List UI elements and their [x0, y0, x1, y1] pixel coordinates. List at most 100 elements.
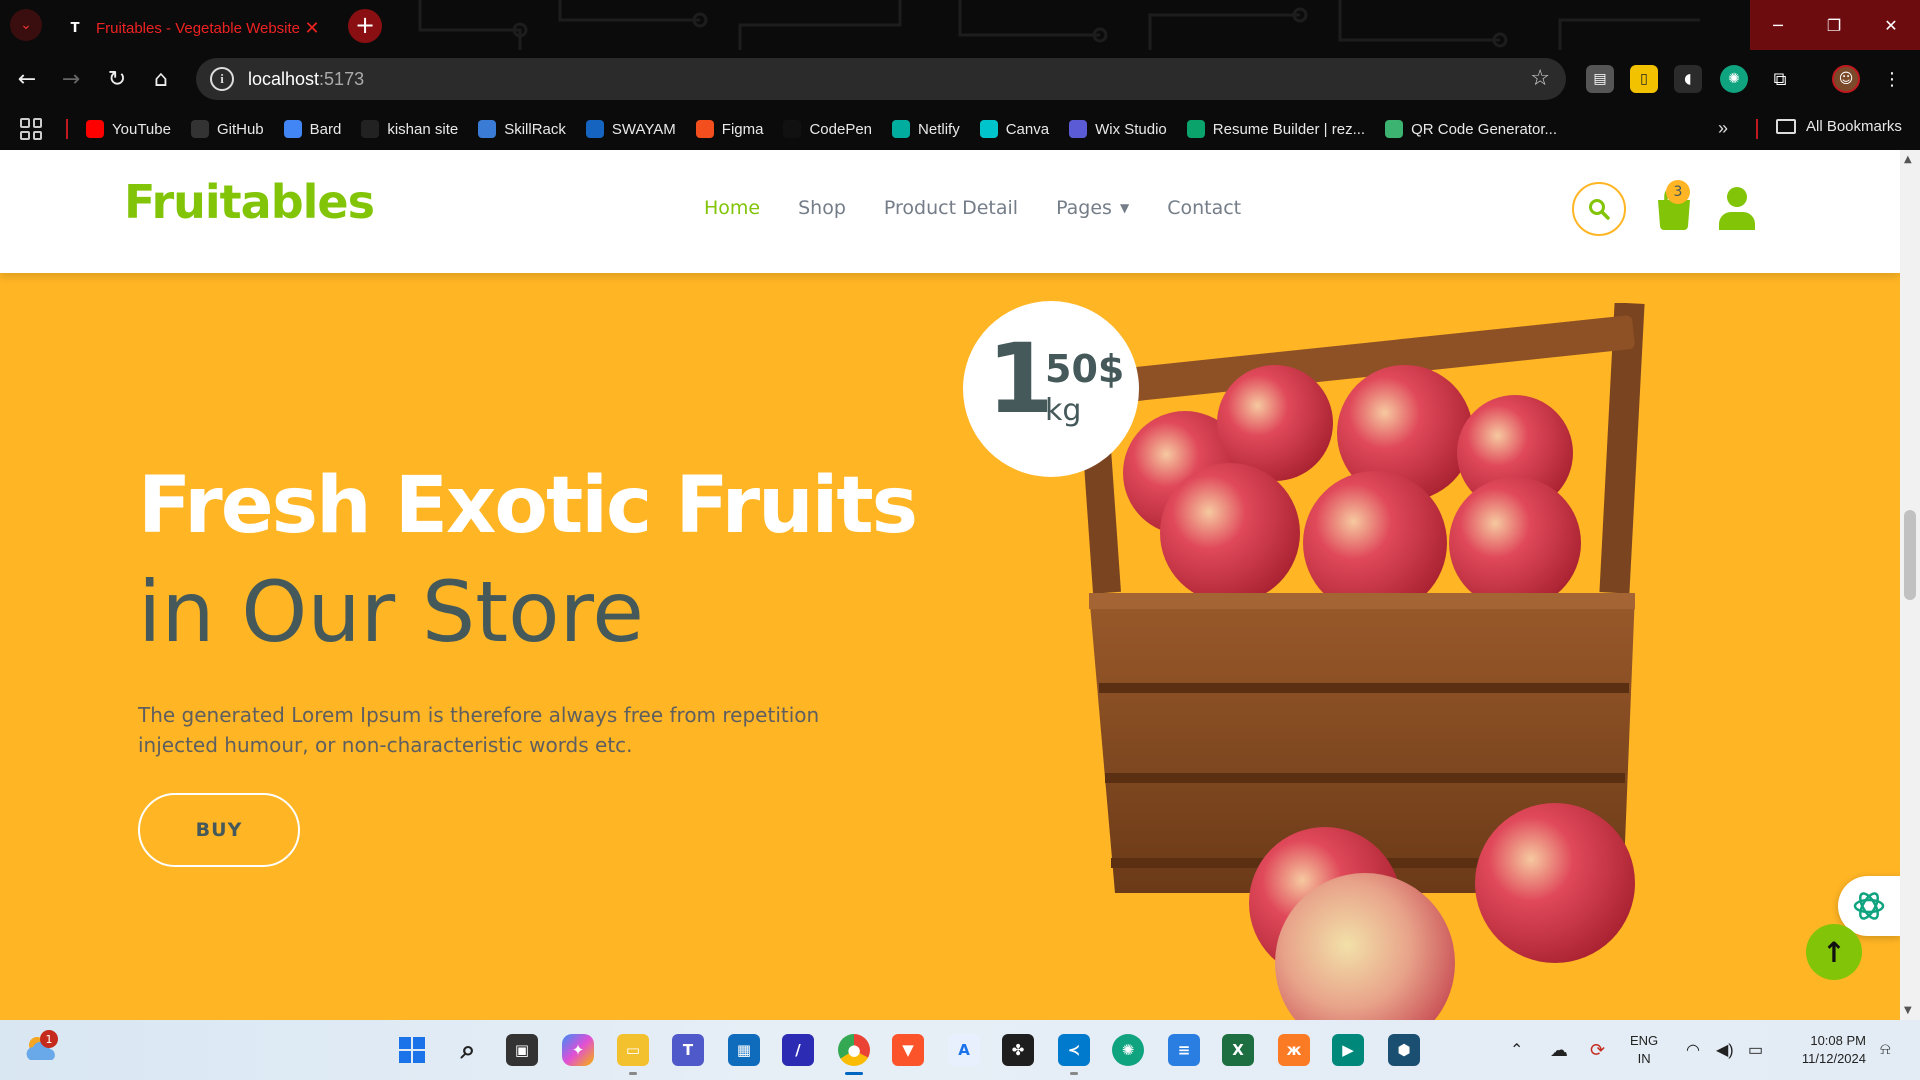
weather-notification-badge: 1: [40, 1030, 58, 1048]
user-icon[interactable]: [1718, 186, 1756, 230]
app-blue-icon[interactable]: /: [782, 1034, 814, 1066]
bookmark-item[interactable]: Wix Studio: [1069, 120, 1167, 138]
extension-mouse-icon[interactable]: ◖: [1674, 65, 1702, 93]
reload-icon[interactable]: ↻: [100, 62, 134, 96]
all-bookmarks-button[interactable]: All Bookmarks: [1776, 118, 1902, 135]
meet-icon[interactable]: ▶: [1332, 1034, 1364, 1066]
tab-close-icon[interactable]: ✕: [302, 18, 322, 39]
profile-avatar[interactable]: ☺: [1832, 65, 1860, 93]
back-to-top-button[interactable]: ↑: [1806, 924, 1862, 980]
tray-overflow-icon[interactable]: ⌃: [1510, 1020, 1523, 1080]
file-explorer-icon[interactable]: ▭: [617, 1034, 649, 1066]
menu-item-pages-label: Pages: [1056, 197, 1112, 219]
notification-bell-icon[interactable]: ⍾: [1880, 1020, 1891, 1080]
bookmark-item[interactable]: YouTube: [86, 120, 171, 138]
window-minimize-button[interactable]: ─: [1750, 0, 1806, 50]
bookmark-item[interactable]: Canva: [979, 120, 1050, 138]
bookmark-label: Resume Builder | rez...: [1212, 120, 1366, 138]
codepen-icon: [783, 120, 802, 138]
menu-item-contact[interactable]: Contact: [1167, 197, 1241, 219]
address-port: :5173: [319, 68, 365, 89]
task-view-icon[interactable]: ▣: [506, 1034, 538, 1066]
canva-icon: [979, 120, 998, 138]
extension-cast-icon[interactable]: ▤: [1586, 65, 1614, 93]
bookmark-item[interactable]: SWAYAM: [585, 120, 676, 138]
wifi-icon[interactable]: ◠: [1686, 1020, 1700, 1080]
menu-item-home[interactable]: Home: [704, 197, 760, 219]
page-scrollbar[interactable]: ▲ ▼: [1900, 150, 1920, 1020]
browser-toolbar: ← → ↻ ⌂ i localhost:5173 ☆ ▤ ▯ ◖ ✺ ⧉ ☺ ⋮: [0, 50, 1920, 108]
back-arrow-icon[interactable]: ←: [10, 62, 44, 96]
menu-item-shop[interactable]: Shop: [798, 197, 846, 219]
figma-taskbar-icon[interactable]: ✤: [1002, 1034, 1034, 1066]
hero-title: Fresh Exotic Fruits: [138, 461, 918, 551]
bookmark-item[interactable]: CodePen: [783, 120, 872, 138]
app-dark-icon[interactable]: ⬢: [1388, 1034, 1420, 1066]
volume-icon[interactable]: ◀): [1716, 1020, 1734, 1080]
tab-favicon: T: [70, 20, 80, 36]
bookmark-label: GitHub: [216, 120, 264, 138]
window-restore-button[interactable]: ❐: [1806, 0, 1862, 50]
scroll-thumb[interactable]: [1904, 510, 1916, 600]
site-info-icon[interactable]: i: [210, 67, 234, 91]
window-close-button[interactable]: ✕: [1862, 0, 1920, 50]
search-button[interactable]: [1572, 182, 1626, 236]
extension-chatgpt-icon[interactable]: ✺: [1720, 65, 1748, 93]
bookmark-item[interactable]: Figma: [695, 120, 763, 138]
vscode-icon[interactable]: ≺: [1058, 1034, 1090, 1066]
browser-tab-active[interactable]: T Fruitables - Vegetable Website ✕: [54, 6, 334, 50]
brave-icon[interactable]: ▼: [892, 1034, 924, 1066]
menu-item-pages[interactable]: Pages ▼: [1056, 197, 1129, 219]
bookmark-item[interactable]: Bard: [283, 120, 341, 138]
battery-icon[interactable]: ▭: [1748, 1020, 1763, 1080]
ms-store-icon[interactable]: ▦: [728, 1034, 760, 1066]
bookmark-label: Wix Studio: [1095, 120, 1167, 138]
copilot-icon[interactable]: ✦: [562, 1034, 594, 1066]
figma-icon: [695, 120, 714, 138]
xampp-icon[interactable]: ж: [1278, 1034, 1310, 1066]
tab-search-button[interactable]: ⌄: [10, 9, 42, 41]
start-windows-icon[interactable]: [396, 1034, 428, 1066]
bookmark-item[interactable]: kishan site: [361, 120, 458, 138]
bookmarks-overflow-icon[interactable]: »: [1718, 118, 1728, 139]
notepad-icon[interactable]: ≡: [1168, 1034, 1200, 1066]
extension-yellow-icon[interactable]: ▯: [1630, 65, 1658, 93]
all-bookmarks-label: All Bookmarks: [1806, 118, 1902, 135]
menu-item-product-detail[interactable]: Product Detail: [884, 197, 1018, 219]
sync-icon[interactable]: ⟳: [1590, 1020, 1605, 1080]
language-indicator[interactable]: ENG IN: [1630, 1032, 1658, 1068]
bookmark-item[interactable]: QR Code Generator...: [1385, 120, 1557, 138]
onedrive-icon[interactable]: ☁: [1550, 1020, 1568, 1080]
address-host: localhost: [248, 68, 320, 89]
bookmark-item[interactable]: SkillRack: [478, 120, 566, 138]
bookmark-label: Canva: [1005, 120, 1050, 138]
hero-description: The generated Lorem Ipsum is therefore a…: [138, 703, 820, 757]
forward-arrow-icon[interactable]: →: [54, 62, 88, 96]
bookmark-label: SWAYAM: [611, 120, 676, 138]
bookmark-star-icon[interactable]: ☆: [1530, 66, 1550, 91]
web-page: Fruitables Home Shop Product Detail Page…: [0, 150, 1900, 1020]
taskbar-clock[interactable]: 10:08 PM 11/12/2024: [1780, 1032, 1866, 1068]
excel-icon[interactable]: X: [1222, 1034, 1254, 1066]
app-a-icon[interactable]: A: [948, 1034, 980, 1066]
bookmark-item[interactable]: GitHub: [190, 120, 264, 138]
scroll-down-icon[interactable]: ▼: [1904, 1005, 1912, 1016]
chatgpt-taskbar-icon[interactable]: ✺: [1112, 1034, 1144, 1066]
bookmark-item[interactable]: Netlify: [892, 120, 960, 138]
taskbar-search-icon[interactable]: ⌕: [452, 1034, 484, 1066]
extensions-puzzle-icon[interactable]: ⧉: [1766, 65, 1794, 93]
chrome-icon[interactable]: ●: [838, 1034, 870, 1066]
site-logo[interactable]: Fruitables: [124, 175, 375, 229]
tab-title: Fruitables - Vegetable Website: [96, 19, 301, 37]
teams-icon[interactable]: T: [672, 1034, 704, 1066]
scroll-up-icon[interactable]: ▲: [1904, 154, 1912, 165]
home-icon[interactable]: ⌂: [144, 62, 178, 96]
buy-button[interactable]: BUY: [138, 793, 300, 867]
new-tab-button[interactable]: +: [348, 9, 382, 43]
price-badge: 1 50$ kg: [963, 301, 1139, 477]
bookmark-item[interactable]: Resume Builder | rez...: [1186, 120, 1366, 138]
folder-icon: [1776, 119, 1796, 134]
apps-grid-icon[interactable]: [20, 118, 42, 140]
address-bar[interactable]: i localhost:5173 ☆: [196, 58, 1566, 100]
browser-menu-icon[interactable]: ⋮: [1878, 65, 1906, 93]
